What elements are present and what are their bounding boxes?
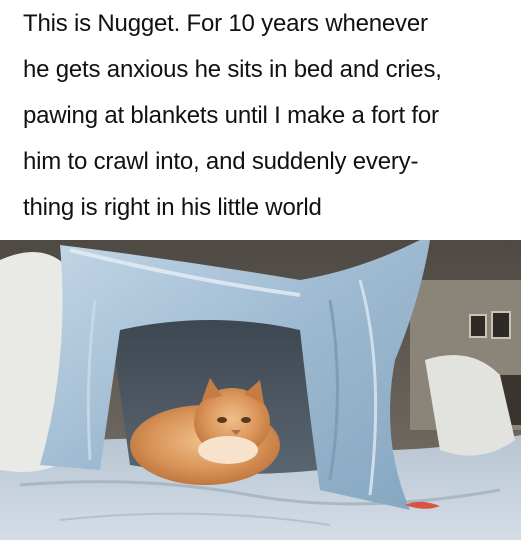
picture-frame-1: [469, 314, 487, 338]
photo-illustration: [0, 240, 521, 540]
caption-line-2: he gets anxious he sits in bed and cries…: [23, 56, 442, 83]
cat-blanket-fort-photo: [0, 240, 521, 540]
meme-caption: This is Nugget. For 10 years whenever he…: [0, 0, 521, 240]
cat-eye-right: [241, 417, 251, 423]
caption-line-3: pawing at blankets until I make a fort f…: [23, 102, 439, 129]
caption-line-5: thing is right in his little world: [23, 194, 322, 221]
caption-line-4: him to crawl into, and suddenly every-: [23, 148, 419, 175]
cat-eye-left: [217, 417, 227, 423]
caption-line-1: This is Nugget. For 10 years whenever: [23, 10, 428, 37]
cat-chest-fur: [198, 436, 258, 464]
picture-frame-2: [491, 311, 511, 339]
